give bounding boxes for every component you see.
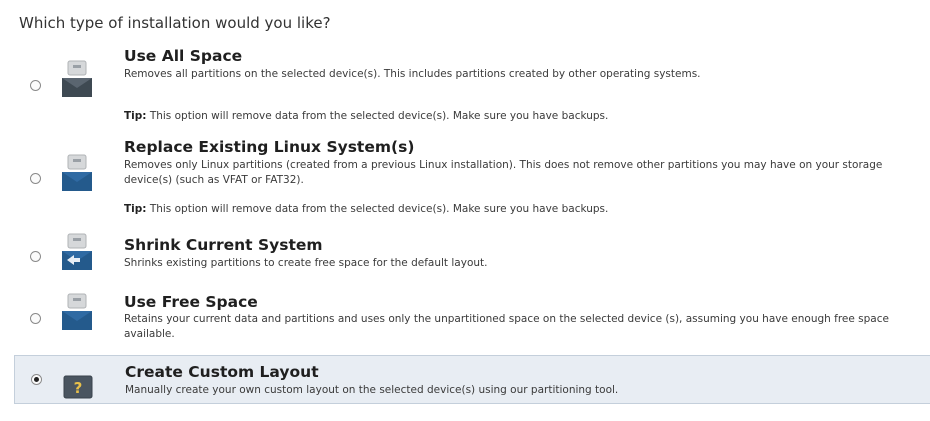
option-description: Removes only Linux partitions (created f… (124, 159, 883, 186)
option-tip: Tip: This option will remove data from t… (124, 203, 608, 215)
option-tip: Tip: This option will remove data from t… (124, 110, 608, 122)
radio-use-all-space[interactable] (30, 80, 41, 91)
disk-drive-icon (62, 60, 92, 97)
option-shrink-current-system[interactable]: Shrink Current System Shrinks existing p… (14, 231, 930, 283)
tip-text: This option will remove data from the se… (146, 110, 609, 122)
tip-label: Tip: (124, 110, 147, 122)
option-use-free-space[interactable]: Use Free Space Retains your current data… (14, 290, 930, 348)
option-title: Create Custom Layout (125, 363, 319, 381)
disk-drive-icon (62, 293, 92, 330)
option-title: Use Free Space (124, 293, 258, 311)
option-create-custom-layout[interactable]: ? Create Custom Layout Manually create y… (14, 355, 930, 404)
disk-drive-icon (62, 154, 92, 191)
tip-label: Tip: (124, 203, 147, 215)
shrink-disk-icon (62, 233, 92, 270)
option-title: Use All Space (124, 47, 243, 65)
option-description: Removes all partitions on the selected d… (124, 68, 701, 80)
radio-shrink-current-system[interactable] (30, 251, 41, 262)
option-description: Manually create your own custom layout o… (125, 384, 619, 396)
option-title: Replace Existing Linux System(s) (124, 138, 415, 156)
option-description: Retains your current data and partitions… (124, 313, 889, 340)
option-description: Shrinks existing partitions to create fr… (124, 257, 488, 269)
radio-create-custom-layout[interactable] (31, 374, 42, 385)
radio-replace-existing-linux[interactable] (30, 173, 41, 184)
radio-use-free-space[interactable] (30, 313, 41, 324)
option-use-all-space[interactable]: Use All Space Removes all partitions on … (14, 40, 930, 130)
option-replace-existing-linux[interactable]: Replace Existing Linux System(s) Removes… (14, 132, 930, 227)
tip-text: This option will remove data from the se… (146, 203, 609, 215)
question-mark-icon: ? (63, 375, 93, 399)
option-title: Shrink Current System (124, 236, 323, 254)
installation-type-prompt: Which type of installation would you lik… (19, 14, 331, 32)
svg-text:?: ? (74, 379, 83, 397)
